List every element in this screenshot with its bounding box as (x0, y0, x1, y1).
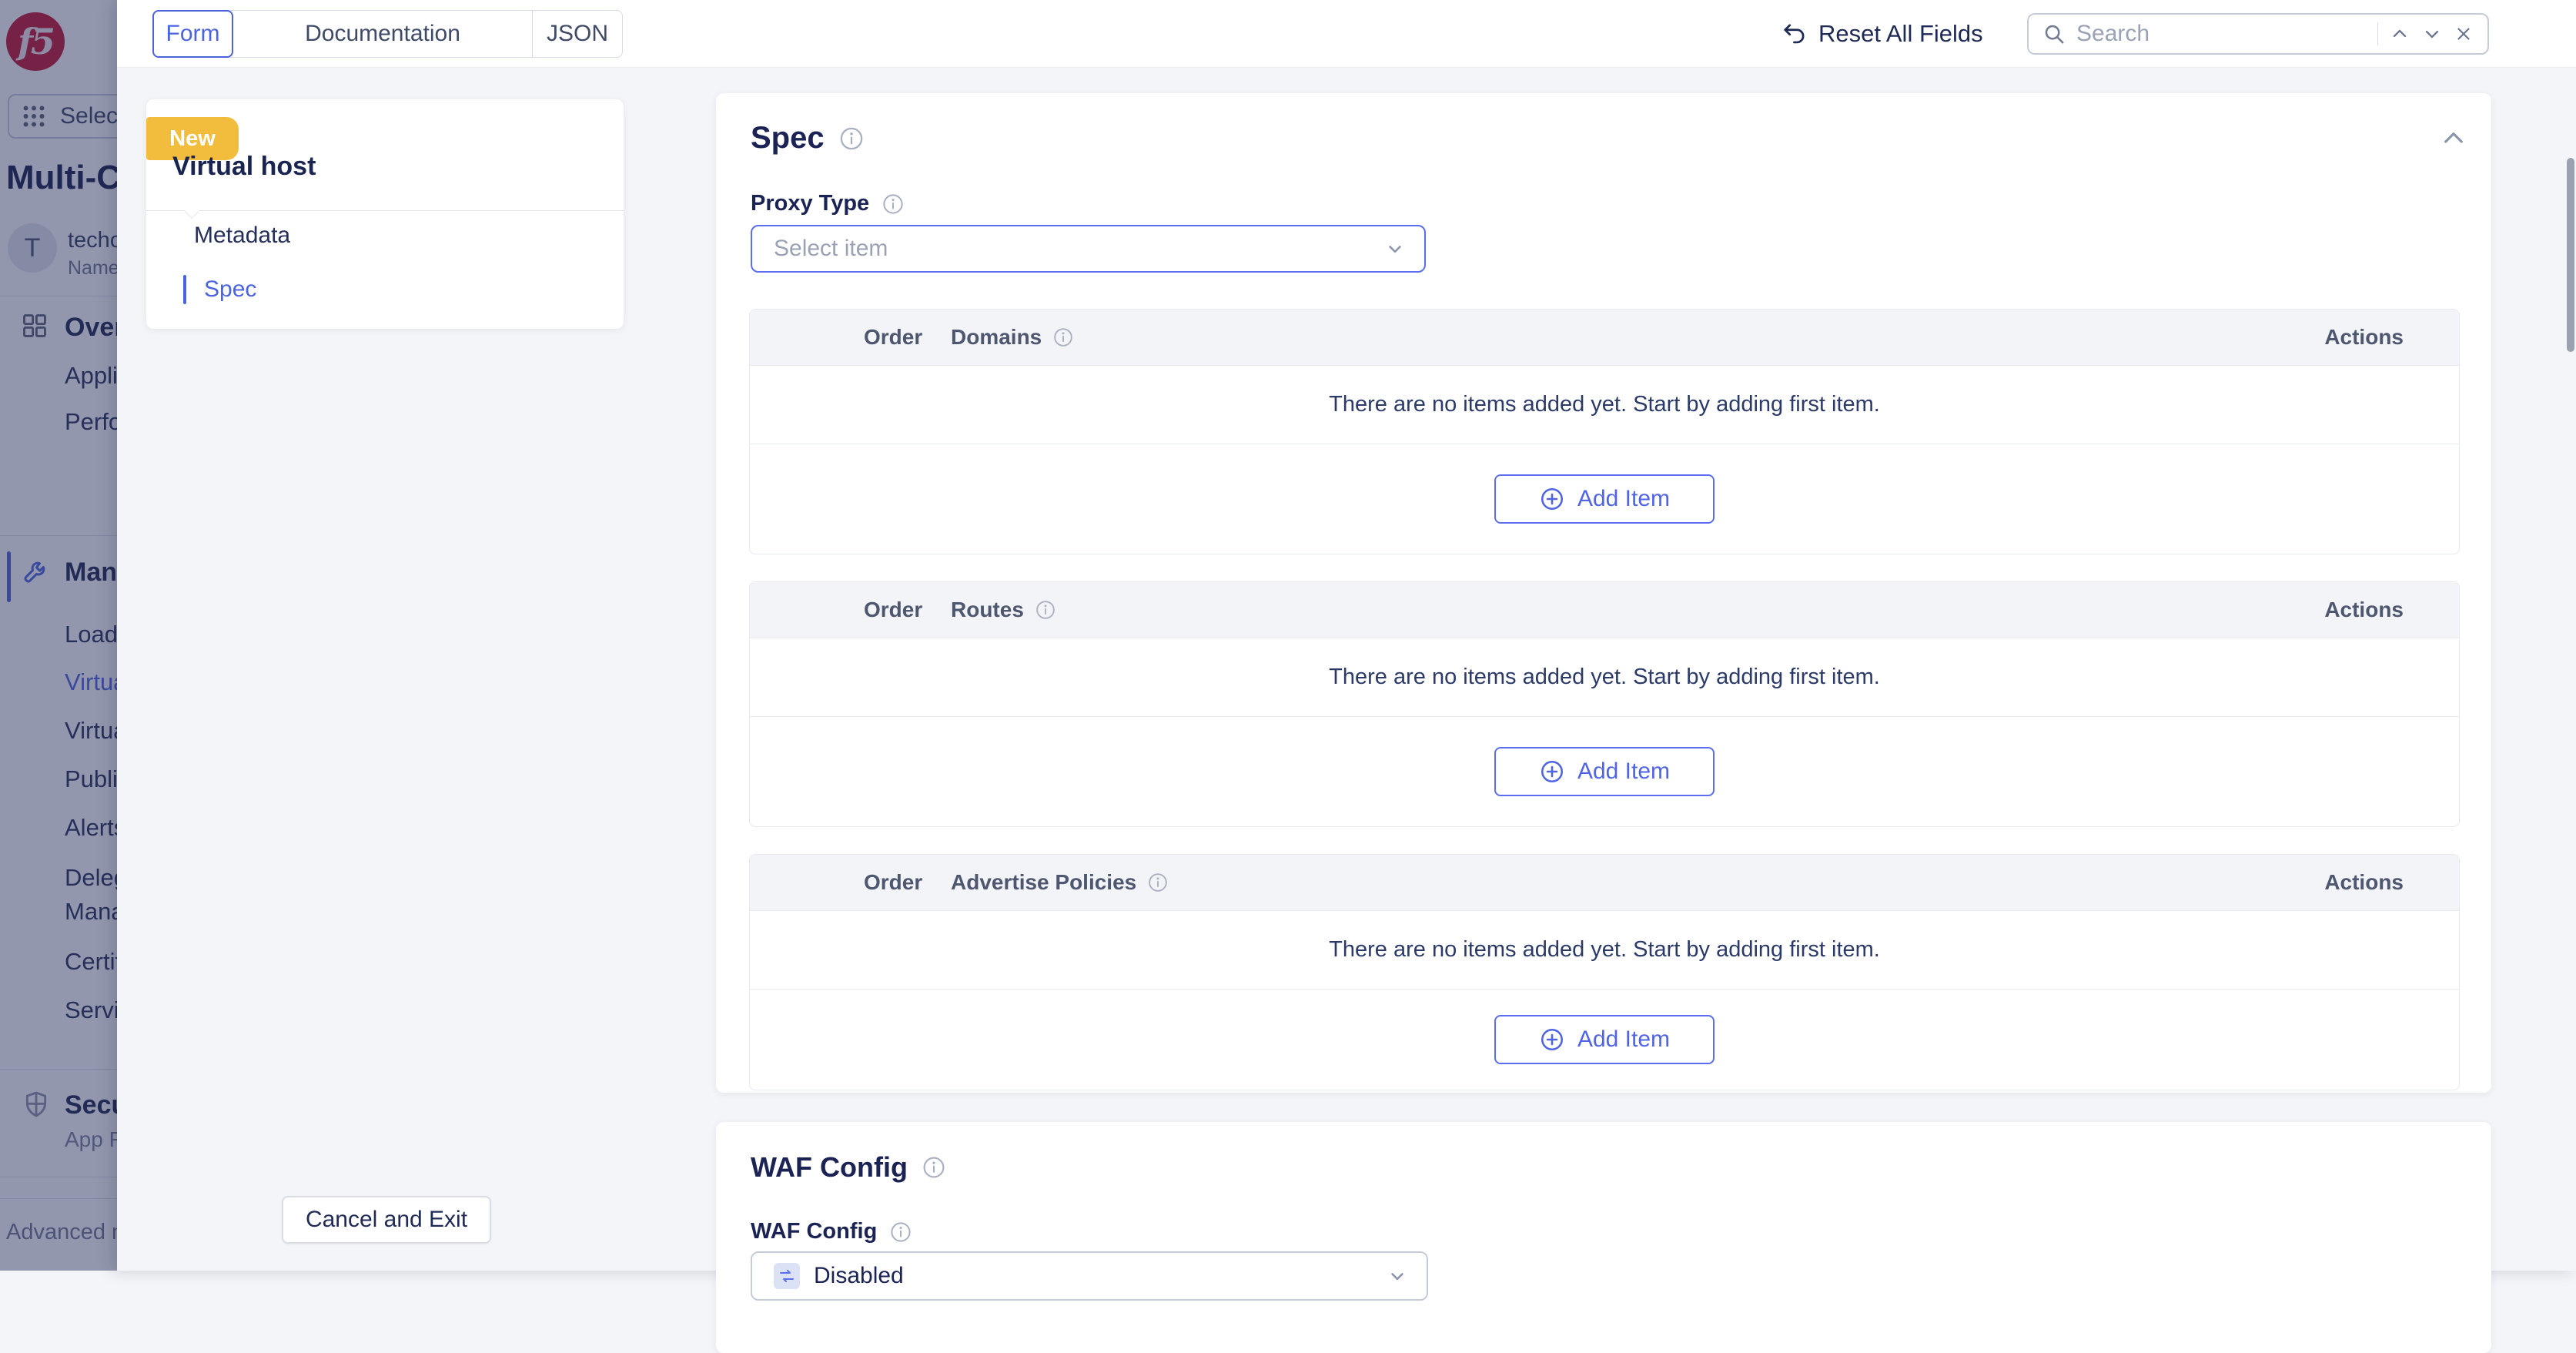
domains-table-footer: Add Item (750, 444, 2459, 554)
virtual-host-modal: Form Documentation JSON Reset All Fields (117, 0, 2576, 1271)
modal-header: Form Documentation JSON Reset All Fields (117, 0, 2576, 68)
info-circle-icon[interactable] (882, 193, 905, 216)
info-circle-icon[interactable] (1147, 872, 1169, 893)
search-clear-button[interactable] (2454, 24, 2474, 44)
add-item-label: Add Item (1577, 759, 1670, 785)
plus-circle-icon (1539, 1026, 1565, 1053)
search-prev-button[interactable] (2389, 23, 2410, 45)
routes-empty-message: There are no items added yet. Start by a… (750, 638, 2459, 716)
collapse-notch (184, 203, 199, 219)
advertise-policies-table-footer: Add Item (750, 989, 2459, 1090)
advertise-policies-header-text: Advertise Policies (951, 870, 1136, 895)
add-item-label: Add Item (1577, 486, 1670, 512)
waf-disabled-icon (774, 1263, 800, 1289)
waf-config-value: Disabled (774, 1263, 1387, 1289)
domains-table: Order Domains Actions There are no items… (749, 309, 2460, 554)
column-header-actions: Actions (2324, 325, 2404, 350)
waf-config-field-label: WAF Config (751, 1219, 912, 1244)
spec-section-card: Spec Proxy Type Select item (716, 93, 2491, 1093)
advertise-policies-table-header: Order Advertise Policies Actions (750, 855, 2459, 910)
column-header-advertise-policies: Advertise Policies (951, 870, 1169, 895)
routes-table-header: Order Routes Actions (750, 582, 2459, 638)
view-tab-group: Form Documentation JSON (152, 10, 623, 58)
form-title: Virtual host (172, 152, 316, 182)
routes-header-text: Routes (951, 598, 1024, 622)
column-header-actions: Actions (2324, 598, 2404, 622)
chevron-down-icon (1384, 238, 1406, 260)
column-header-routes: Routes (951, 598, 1056, 622)
cancel-and-exit-button[interactable]: Cancel and Exit (282, 1196, 491, 1244)
spec-section-title: Spec (751, 121, 825, 156)
waf-config-section-card: WAF Config WAF Config (716, 1122, 2491, 1353)
nav-item-metadata[interactable]: Metadata (194, 223, 290, 249)
info-circle-icon[interactable] (889, 1221, 912, 1244)
info-circle-icon[interactable] (1052, 327, 1074, 348)
proxy-type-placeholder: Select item (774, 236, 1384, 262)
nav-item-spec[interactable]: Spec (204, 276, 256, 303)
add-item-label: Add Item (1577, 1026, 1670, 1053)
plus-circle-icon (1539, 759, 1565, 785)
column-header-domains: Domains (951, 325, 1074, 350)
divider (146, 210, 624, 211)
add-advertise-policy-item-button[interactable]: Add Item (1494, 1015, 1715, 1064)
chevron-down-icon (1387, 1265, 1408, 1287)
waf-config-value-text: Disabled (814, 1263, 904, 1289)
search-next-button[interactable] (2421, 23, 2443, 45)
domains-header-text: Domains (951, 325, 1042, 350)
search-box (2027, 13, 2489, 55)
info-circle-icon[interactable] (1035, 599, 1056, 621)
info-circle-icon[interactable] (838, 126, 865, 152)
column-header-order: Order (864, 325, 922, 350)
waf-config-section-title: WAF Config (751, 1151, 908, 1184)
plus-circle-icon (1539, 486, 1565, 512)
waf-config-select[interactable]: Disabled (751, 1251, 1428, 1301)
active-item-indicator (183, 275, 186, 304)
tab-form[interactable]: Form (152, 10, 233, 58)
divider (2377, 22, 2378, 45)
advertise-policies-table: Order Advertise Policies Actions There a… (749, 854, 2460, 1090)
routes-table-footer: Add Item (750, 716, 2459, 826)
column-header-order: Order (864, 598, 922, 622)
proxy-type-field-label: Proxy Type (751, 191, 905, 216)
undo-arrow-icon (1780, 20, 1808, 48)
reset-all-fields-label: Reset All Fields (1818, 20, 1983, 48)
column-header-order: Order (864, 870, 922, 895)
column-header-actions: Actions (2324, 870, 2404, 895)
info-circle-icon[interactable] (922, 1155, 946, 1180)
add-route-item-button[interactable]: Add Item (1494, 747, 1715, 796)
search-icon (2042, 22, 2066, 45)
tab-json[interactable]: JSON (533, 11, 622, 57)
proxy-type-select[interactable]: Select item (751, 225, 1426, 273)
form-nav-panel: New Virtual host Metadata Spec (146, 99, 624, 329)
waf-config-section-header: WAF Config (751, 1151, 946, 1184)
modal-backdrop (0, 0, 117, 1271)
reset-all-fields-button[interactable]: Reset All Fields (1780, 17, 1983, 51)
collapse-section-button[interactable] (2439, 124, 2468, 153)
tab-documentation[interactable]: Documentation (233, 11, 533, 57)
advertise-policies-empty-message: There are no items added yet. Start by a… (750, 910, 2459, 989)
search-input[interactable] (2076, 21, 2367, 47)
domains-empty-message: There are no items added yet. Start by a… (750, 365, 2459, 444)
domains-table-header: Order Domains Actions (750, 310, 2459, 365)
proxy-type-label-text: Proxy Type (751, 191, 869, 216)
scrollbar-thumb[interactable] (2567, 158, 2574, 352)
waf-config-label-text: WAF Config (751, 1219, 877, 1244)
add-domain-item-button[interactable]: Add Item (1494, 474, 1715, 524)
routes-table: Order Routes Actions There are no items … (749, 581, 2460, 827)
spec-section-header: Spec (751, 121, 865, 156)
